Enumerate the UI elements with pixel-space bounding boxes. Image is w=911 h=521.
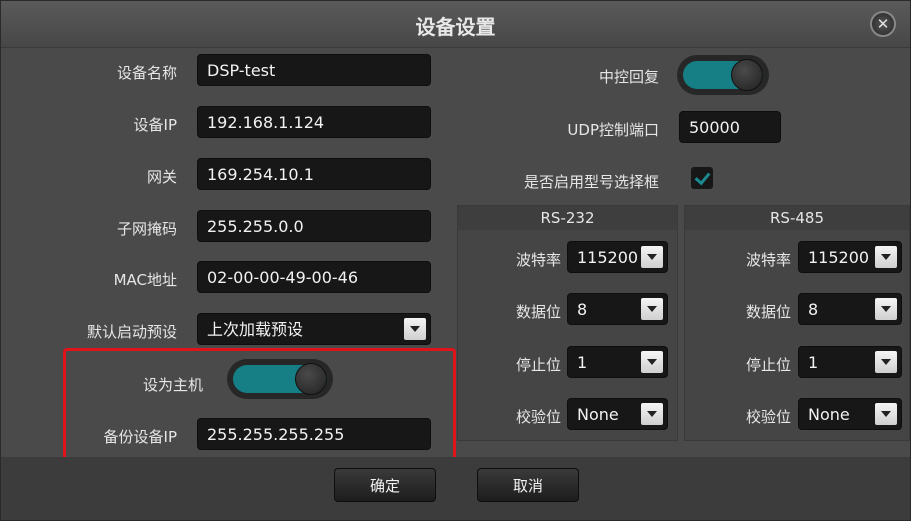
rs485-parity-label: 校验位	[745, 408, 791, 426]
title-bar: 设备设置 ✕	[1, 1, 910, 48]
central-control-feedback-toggle[interactable]	[677, 55, 769, 95]
device-ip-label: 设备IP	[133, 116, 177, 134]
device-name-input[interactable]: DSP-test	[197, 54, 431, 86]
rs232-parity-value: None	[577, 405, 619, 424]
rs232-parity-label: 校验位	[515, 408, 561, 426]
highlight-box	[63, 348, 456, 462]
rs485-stopbits-value: 1	[808, 353, 819, 372]
rs232-databits-select[interactable]: 8	[567, 293, 668, 325]
rs485-baud-select[interactable]: 115200	[798, 241, 902, 273]
model-select-checkbox[interactable]	[691, 167, 713, 189]
rs232-baud-select[interactable]: 115200	[567, 241, 668, 273]
toggle-knob	[731, 59, 763, 91]
central-control-feedback-label: 中控回复	[598, 68, 659, 86]
udp-port-label: UDP控制端口	[567, 121, 659, 139]
cancel-button[interactable]: 取消	[477, 468, 579, 502]
device-name-label: 设备名称	[116, 64, 177, 82]
chevron-down-icon[interactable]	[404, 318, 426, 340]
chevron-down-icon[interactable]	[875, 403, 897, 425]
dialog-title: 设备设置	[415, 15, 496, 39]
chevron-down-icon[interactable]	[641, 403, 663, 425]
model-select-label: 是否启用型号选择框	[523, 173, 659, 191]
rs232-stopbits-select[interactable]: 1	[567, 346, 668, 378]
rs485-baud-label: 波特率	[745, 251, 791, 269]
rs485-databits-value: 8	[808, 300, 819, 319]
subnet-mask-label: 子网掩码	[116, 220, 177, 238]
rs232-databits-label: 数据位	[515, 303, 561, 321]
dialog-footer	[1, 457, 910, 520]
rs232-title: RS-232	[458, 206, 677, 230]
rs485-parity-value: None	[808, 405, 850, 424]
default-preset-select[interactable]: 上次加载预设	[197, 313, 431, 345]
rs232-databits-value: 8	[577, 300, 588, 319]
rs232-stopbits-value: 1	[577, 353, 588, 372]
chevron-down-icon[interactable]	[641, 351, 663, 373]
chevron-down-icon[interactable]	[875, 298, 897, 320]
chevron-down-icon[interactable]	[875, 246, 897, 268]
device-settings-dialog: 设备设置 ✕ 设备名称 DSP-test 设备IP 192.168.1.124 …	[0, 0, 911, 521]
close-icon[interactable]: ✕	[870, 11, 896, 37]
mac-address-label: MAC地址	[113, 271, 177, 289]
rs485-stopbits-label: 停止位	[745, 356, 791, 374]
chevron-down-icon[interactable]	[875, 351, 897, 373]
gateway-input[interactable]: 169.254.10.1	[197, 158, 431, 190]
udp-port-input[interactable]: 50000	[679, 111, 781, 143]
rs232-stopbits-label: 停止位	[515, 356, 561, 374]
rs485-baud-value: 115200	[808, 248, 870, 267]
chevron-down-icon[interactable]	[641, 246, 663, 268]
rs485-title: RS-485	[685, 206, 909, 230]
rs485-databits-select[interactable]: 8	[798, 293, 902, 325]
rs485-parity-select[interactable]: None	[798, 398, 902, 430]
rs232-parity-select[interactable]: None	[567, 398, 668, 430]
rs232-baud-label: 波特率	[515, 251, 561, 269]
rs485-databits-label: 数据位	[745, 303, 791, 321]
subnet-mask-input[interactable]: 255.255.0.0	[197, 210, 431, 242]
gateway-label: 网关	[146, 168, 177, 186]
chevron-down-icon[interactable]	[641, 298, 663, 320]
mac-address-input[interactable]: 02-00-00-49-00-46	[197, 261, 431, 293]
default-preset-value: 上次加载预设	[207, 320, 304, 339]
device-ip-input[interactable]: 192.168.1.124	[197, 106, 431, 138]
ok-button[interactable]: 确定	[334, 468, 436, 502]
default-preset-label: 默认启动预设	[86, 323, 177, 341]
rs232-baud-value: 115200	[577, 248, 639, 267]
rs485-stopbits-select[interactable]: 1	[798, 346, 902, 378]
